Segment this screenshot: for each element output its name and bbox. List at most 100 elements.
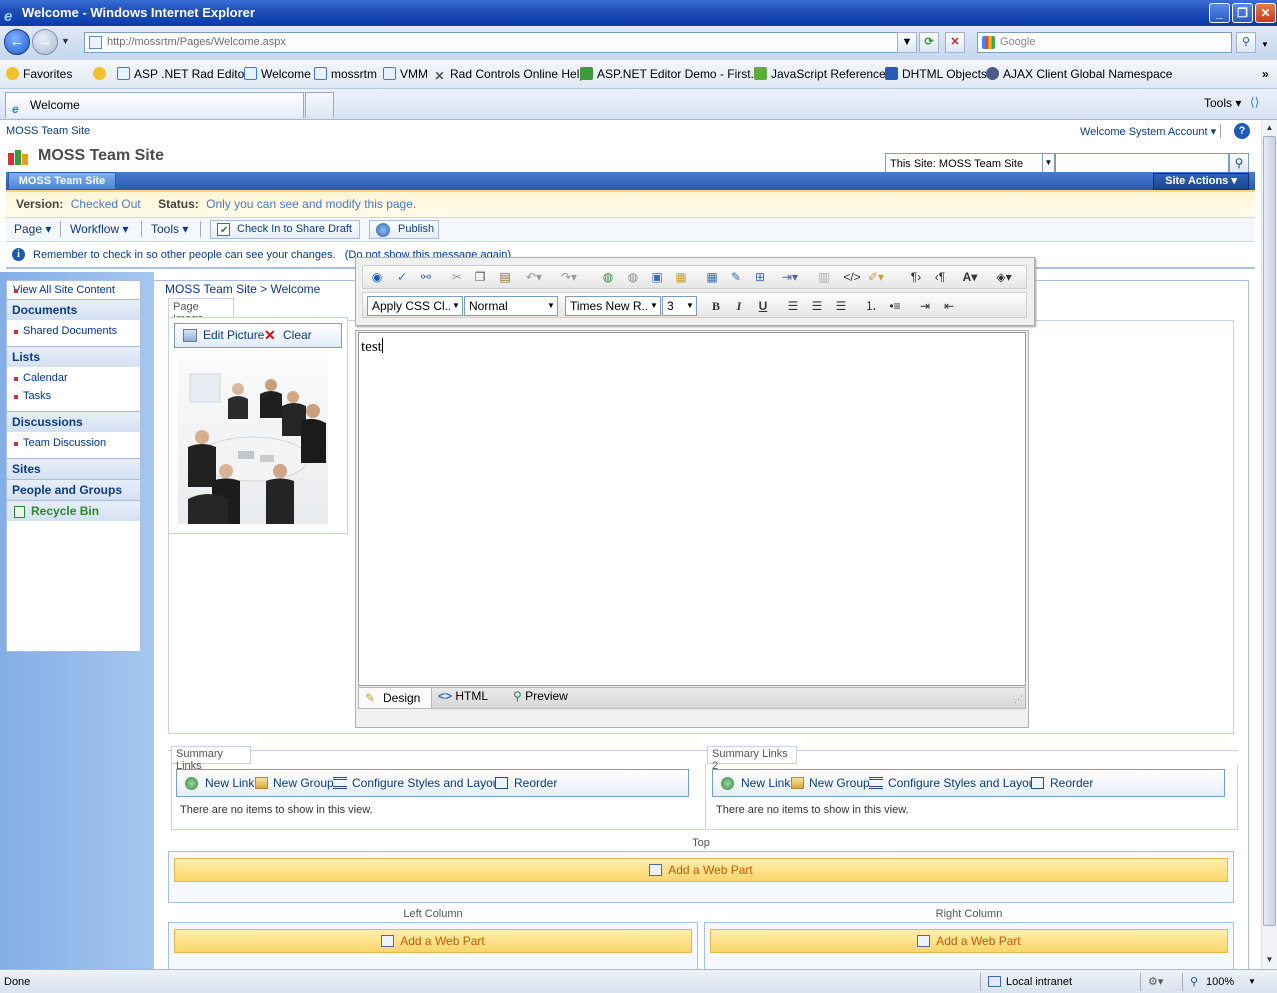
remove-link-icon[interactable]: ◍ (622, 266, 644, 288)
scrollbar-thumb[interactable] (1263, 136, 1276, 926)
back-button[interactable]: ← (4, 29, 30, 55)
forward-button[interactable]: → (32, 29, 58, 55)
site-search-input[interactable] (1055, 153, 1229, 173)
add-web-part-right-button[interactable]: Add a Web Part (710, 929, 1228, 953)
add-web-part-left-button[interactable]: Add a Web Part (174, 929, 692, 953)
cut-icon[interactable]: ✂ (446, 266, 468, 288)
quick-launch-documents[interactable]: Documents (7, 299, 140, 320)
close-window-button[interactable]: ✕ (1255, 3, 1276, 23)
search-options-icon[interactable]: ▼ (1261, 40, 1269, 49)
view-all-site-content-link[interactable]: View All Site Content (7, 281, 140, 299)
edit-picture-button[interactable]: Edit Picture (203, 324, 264, 347)
insert-symbol-icon[interactable]: ⇥▾ (779, 266, 801, 288)
search-input[interactable]: Google (977, 32, 1232, 53)
ltr-icon[interactable]: ¶› (905, 266, 927, 288)
new-tab-button[interactable] (305, 92, 334, 118)
address-dropdown-button[interactable]: ▼ (897, 32, 917, 53)
team-discussion-link[interactable]: Team Discussion (7, 434, 140, 452)
protected-mode-icon[interactable]: ⚙▾ (1148, 970, 1163, 993)
new-link-button[interactable]: New Link (741, 770, 790, 796)
align-right-icon[interactable]: ☰ (830, 295, 852, 317)
shared-documents-link[interactable]: Shared Documents (7, 322, 140, 340)
align-left-icon[interactable]: ☰ (782, 295, 804, 317)
refresh-icon[interactable]: ⟳ (919, 32, 939, 53)
page-menu[interactable]: Page ▾ (14, 222, 51, 236)
breadcrumb-root-link[interactable]: MOSS Team Site (165, 282, 257, 296)
font-size-select[interactable]: 3 ▼ (662, 296, 697, 316)
recycle-bin-link[interactable]: Recycle Bin (7, 500, 140, 521)
form-element-icon[interactable]: ✎ (725, 266, 747, 288)
format-stripper-icon[interactable]: ✐▾ (865, 266, 887, 288)
font-name-select[interactable]: Times New R... ▼ (565, 296, 661, 316)
clear-picture-button[interactable]: Clear (283, 324, 312, 347)
address-bar[interactable]: http://mossrtm/Pages/Welcome.aspx (84, 32, 914, 53)
zoom-level[interactable]: 100% (1206, 970, 1234, 993)
document-manager-icon[interactable]: ▦ (670, 266, 692, 288)
favorites-button[interactable]: Favorites (6, 60, 72, 88)
insert-table-icon[interactable]: ▦ (701, 266, 723, 288)
scroll-up-icon[interactable]: ▲ (1263, 121, 1276, 134)
insert-snippet-icon[interactable]: ⊞ (749, 266, 771, 288)
window-title-bar[interactable]: e Welcome - Windows Internet Explorer _ … (0, 0, 1277, 26)
new-group-button[interactable]: New Group (273, 770, 334, 796)
tab-welcome[interactable]: e Welcome (5, 92, 304, 118)
quick-launch-lists[interactable]: Lists (7, 346, 140, 367)
find-replace-icon[interactable]: ⚯ (415, 266, 437, 288)
quick-launch-people-groups[interactable]: People and Groups (7, 479, 140, 500)
tools-page-menu[interactable]: Tools ▾ (151, 222, 188, 236)
new-group-button[interactable]: New Group (809, 770, 870, 796)
maximize-button[interactable]: ❐ (1232, 3, 1253, 23)
add-favorite-icon[interactable] (93, 60, 110, 88)
new-link-button[interactable]: New Link (205, 770, 254, 796)
stop-icon[interactable]: ✕ (945, 32, 965, 53)
preview-mode-tab[interactable]: ⚲ Preview (513, 689, 568, 703)
bulleted-list-icon[interactable]: •≡ (884, 295, 906, 317)
publish-button[interactable]: Publish (369, 220, 439, 239)
help-icon[interactable]: ? (1234, 123, 1250, 139)
toggle-fullscreen-icon[interactable]: ◉ (366, 266, 388, 288)
format-code-icon[interactable]: </> (841, 266, 863, 288)
favorite-link[interactable]: ASP .NET Rad Editor (117, 60, 248, 88)
quick-launch-discussions[interactable]: Discussions (7, 411, 140, 432)
search-scope-select[interactable]: This Site: MOSS Team Site ▼ (885, 153, 1055, 173)
image-manager-icon[interactable]: ▣ (646, 266, 668, 288)
vertical-scrollbar[interactable]: ▲ ▼ (1261, 120, 1277, 969)
favorite-link[interactable]: JavaScript Reference (754, 60, 886, 88)
rtl-icon[interactable]: ‹¶ (929, 266, 951, 288)
site-actions-menu[interactable]: Site Actions ▾ (1153, 173, 1249, 190)
zoom-dropdown-icon[interactable]: ▼ (1248, 970, 1256, 993)
toolbar-expand-icon[interactable]: ⟨⟩ (1250, 95, 1259, 109)
workflow-menu[interactable]: Workflow ▾ (70, 222, 128, 236)
favorite-link[interactable]: VMM (383, 60, 428, 88)
highlight-color-icon[interactable]: ◈▾ (993, 266, 1015, 288)
italic-icon[interactable]: I (728, 295, 750, 317)
redo-icon[interactable]: ↷▾ (558, 266, 580, 288)
site-search-icon[interactable]: ⚲ (1229, 153, 1249, 173)
horizontal-rule-icon[interactable]: ▥ (813, 266, 835, 288)
top-breadcrumb[interactable]: MOSS Team Site (6, 125, 90, 137)
calendar-link[interactable]: Calendar (7, 369, 140, 387)
welcome-menu[interactable]: Welcome System Account ▾ (1080, 125, 1216, 138)
favorite-link[interactable]: ASP.NET Editor Demo - First... (580, 60, 761, 88)
quick-launch-sites[interactable]: Sites (7, 458, 140, 479)
favorite-link[interactable]: AJAX Client Global Namespace (986, 60, 1172, 88)
check-in-button[interactable]: ✔ Check In to Share Draft (210, 220, 360, 239)
outdent-icon[interactable]: ⇤ (938, 295, 960, 317)
minimize-button[interactable]: _ (1209, 3, 1230, 23)
paragraph-style-select[interactable]: Normal ▼ (464, 296, 558, 316)
security-zone[interactable]: Local intranet (1006, 970, 1072, 993)
numbered-list-icon[interactable]: ⒈ (860, 295, 882, 317)
tools-menu[interactable]: Tools ▾ (1204, 96, 1241, 110)
bold-icon[interactable]: B (705, 295, 727, 317)
favorite-link[interactable]: DHTML Objects (885, 60, 987, 88)
copy-icon[interactable]: ❐ (469, 266, 491, 288)
html-mode-tab[interactable]: <> HTML (438, 689, 488, 703)
css-class-select[interactable]: Apply CSS Cl... ▼ (367, 296, 463, 316)
page-image-photo[interactable] (178, 359, 328, 524)
configure-styles-button[interactable]: Configure Styles and Layout (888, 770, 1039, 796)
indent-icon[interactable]: ⇥ (914, 295, 936, 317)
configure-styles-button[interactable]: Configure Styles and Layout (352, 770, 503, 796)
favorite-link[interactable]: Welcome (244, 60, 311, 88)
undo-icon[interactable]: ↶▾ (523, 266, 545, 288)
font-color-icon[interactable]: A▾ (959, 266, 981, 288)
